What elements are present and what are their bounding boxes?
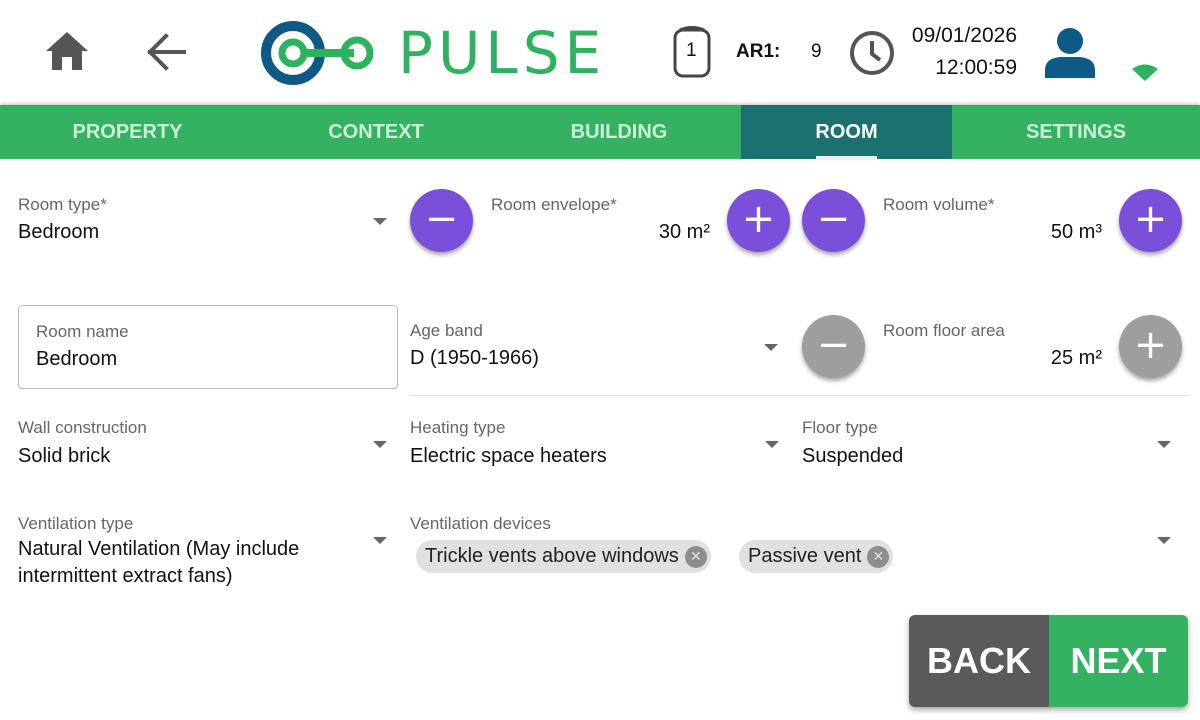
tab-building[interactable]: BUILDING (497, 105, 741, 159)
room-volume-value: 50 m³ (1050, 221, 1102, 243)
tab-bar: PROPERTY CONTEXT BUILDING ROOM SETTINGS (0, 105, 1200, 159)
chevron-down-icon (373, 218, 387, 225)
chevron-down-icon (764, 344, 778, 351)
room-envelope-increment-button[interactable]: + (727, 189, 790, 252)
tab-context[interactable]: CONTEXT (255, 105, 497, 159)
app-header: PULSE 1 AR1: 9 09/01/2026 12:00:59 (0, 0, 1200, 105)
room-name-label: Room name (36, 322, 129, 341)
tab-settings[interactable]: SETTINGS (952, 105, 1200, 159)
chevron-down-icon (765, 441, 779, 448)
logo-mark (261, 21, 374, 85)
floor-type-value: Suspended (802, 445, 904, 467)
ar-value: 9 (811, 41, 822, 62)
tab-property[interactable]: PROPERTY (0, 105, 255, 159)
age-band-value: D (1950-1966) (410, 347, 539, 369)
next-button[interactable]: NEXT (1049, 615, 1188, 707)
room-floor-area-label: Room floor area (883, 321, 1005, 340)
tab-room[interactable]: ROOM (741, 105, 952, 159)
plus-icon: + (1133, 322, 1168, 368)
wall-construction-label: Wall construction (18, 418, 147, 437)
room-envelope-value: 30 m² (658, 221, 710, 243)
ar-label: AR1: (736, 41, 781, 62)
room-floor-area-increment-button: + (1119, 315, 1182, 378)
chip-label: Trickle vents above windows (425, 545, 679, 567)
minus-icon: − (816, 196, 851, 242)
chip-remove-icon[interactable]: ✕ (684, 545, 707, 568)
room-envelope-decrement-button[interactable]: − (410, 189, 473, 252)
room-name-value[interactable]: Bedroom (36, 348, 117, 371)
floor-type-label: Floor type (802, 418, 878, 437)
room-type-value: Bedroom (18, 221, 100, 243)
app-name: PULSE (398, 19, 607, 87)
back-button[interactable]: BACK (909, 615, 1049, 707)
header-time: 12:00:59 (935, 56, 1017, 79)
user-icon[interactable] (1043, 26, 1097, 78)
chevron-down-icon (1157, 537, 1171, 544)
chip-remove-icon[interactable]: ✕ (867, 545, 890, 568)
pulse-logo: PULSE (260, 18, 601, 88)
wifi-icon (1132, 64, 1158, 81)
ventilation-devices-label: Ventilation devices (410, 514, 551, 533)
room-floor-area-value: 25 m² (1050, 347, 1102, 369)
chevron-down-icon (1157, 441, 1171, 448)
chip-trickle-vents: Trickle vents above windows ✕ (416, 540, 711, 573)
header-date: 09/01/2026 (911, 24, 1017, 47)
room-type-label: Room type* (18, 195, 107, 214)
minus-icon: − (816, 322, 851, 368)
wall-construction-value: Solid brick (18, 445, 111, 467)
chip-passive-vent: Passive vent ✕ (739, 540, 894, 573)
ventilation-type-value: Natural Ventilation (May include intermi… (18, 538, 300, 587)
room-floor-area-decrement-button: − (802, 315, 865, 378)
minus-icon: − (424, 196, 459, 242)
room-volume-decrement-button[interactable]: − (802, 189, 865, 252)
room-name-field[interactable]: Room name Bedroom (18, 305, 398, 389)
room-volume-label: Room volume* (883, 195, 995, 214)
divider (410, 395, 1188, 396)
chip-label: Passive vent (748, 545, 862, 567)
back-arrow-icon[interactable] (146, 32, 188, 72)
heating-type-value: Electric space heaters (410, 445, 607, 467)
device-count: 1 (686, 40, 697, 61)
plus-icon: + (741, 196, 776, 242)
age-band-label: Age band (410, 321, 483, 340)
plus-icon: + (1133, 196, 1168, 242)
room-envelope-label: Room envelope* (491, 195, 617, 214)
heating-type-label: Heating type (410, 418, 506, 437)
footer-nav: BACK NEXT (909, 615, 1188, 707)
home-icon[interactable] (44, 30, 90, 72)
ventilation-type-label: Ventilation type (18, 514, 134, 533)
room-volume-increment-button[interactable]: + (1119, 189, 1182, 252)
chevron-down-icon (373, 441, 387, 448)
chevron-down-icon (373, 537, 387, 544)
